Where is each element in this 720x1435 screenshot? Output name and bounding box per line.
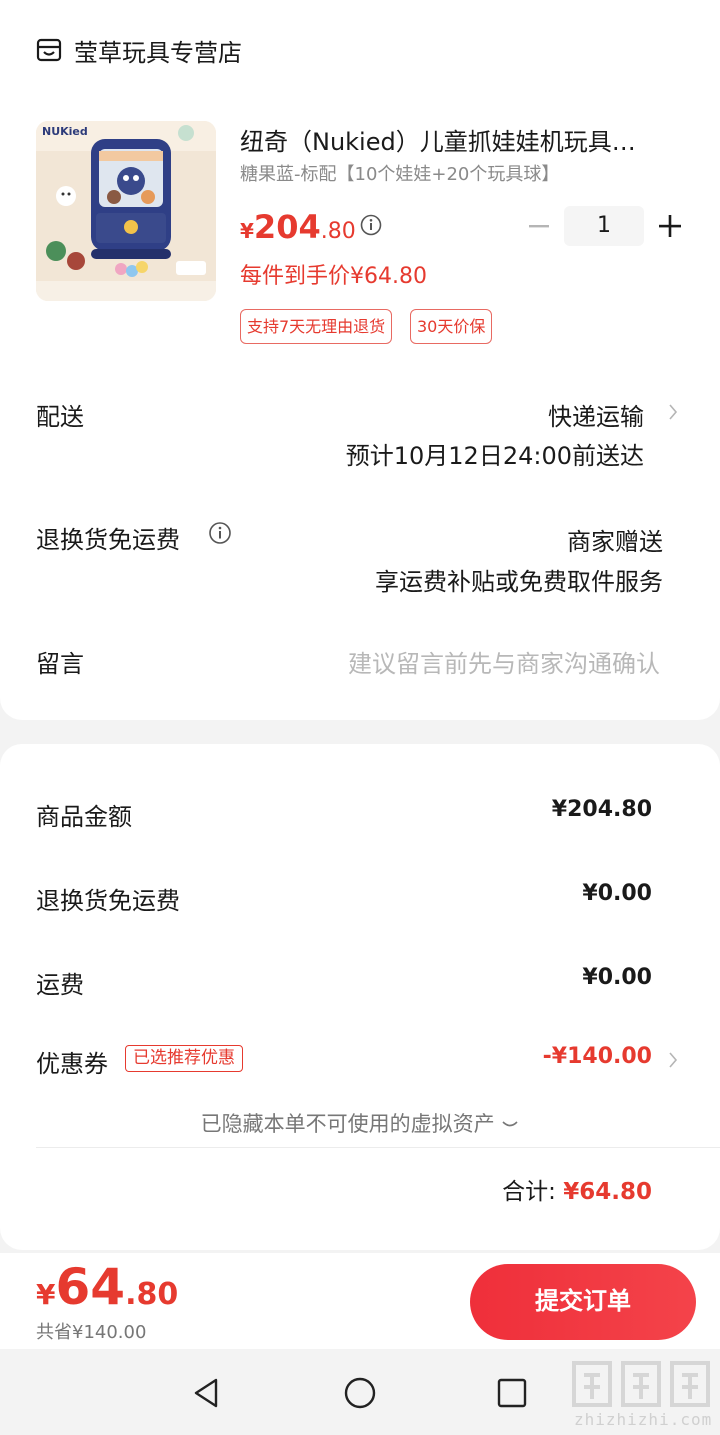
return-shipping-info-icon[interactable] xyxy=(208,521,232,545)
final-price-integer: 64 xyxy=(55,1258,126,1316)
price-decimal: .80 xyxy=(320,219,356,244)
watermark-text: zhizhizhi.com xyxy=(574,1410,713,1429)
store-icon xyxy=(36,38,62,62)
product-title[interactable]: 纽奇（Nukied）儿童抓娃娃机玩具… xyxy=(240,122,670,157)
hidden-assets-toggle[interactable]: 已隐藏本单不可使用的虚拟资产 xyxy=(0,1108,720,1138)
home-icon[interactable] xyxy=(342,1375,378,1411)
return-fee-label: 退换货免运费 xyxy=(36,887,180,915)
recents-icon[interactable] xyxy=(494,1375,530,1411)
store-name: 莹草玩具专营店 xyxy=(74,38,242,67)
total-label: 合计: xyxy=(502,1179,564,1205)
quantity-input[interactable]: 1 xyxy=(564,206,644,246)
quantity-decrease-button[interactable] xyxy=(524,208,554,244)
price-currency: ¥ xyxy=(240,219,254,243)
price-info-icon[interactable] xyxy=(360,214,382,236)
shipping-fee-value: ¥0.00 xyxy=(582,965,652,990)
product-spec[interactable]: 糖果蓝-标配【10个娃娃+20个玩具球】 xyxy=(240,160,559,186)
product-image[interactable]: NUKied xyxy=(36,121,216,301)
return-shipping-detail: 享运费补贴或免费取件服务 xyxy=(375,568,663,596)
product-price: ¥ 204 .80 xyxy=(240,208,356,246)
delivery-chevron-icon[interactable] xyxy=(666,400,680,424)
message-input[interactable]: 建议留言前先与商家沟通确认 xyxy=(348,644,660,679)
price-integer: 204 xyxy=(253,208,321,246)
store-header[interactable]: 莹草玩具专营店 xyxy=(36,30,242,70)
delivery-eta: 预计10月12日24:00前送达 xyxy=(345,442,644,470)
price-protection-tag: 30天价保 xyxy=(410,309,493,344)
total-value: ¥64.80 xyxy=(563,1179,652,1205)
return-shipping-label: 退换货免运费 xyxy=(36,526,180,554)
return-fee-value: ¥0.00 xyxy=(582,881,652,906)
savings-text: 共省¥140.00 xyxy=(36,1322,147,1343)
unit-price: 每件到手价¥64.80 xyxy=(240,264,427,289)
chevron-down-icon xyxy=(502,1121,518,1127)
order-item-card xyxy=(0,0,720,720)
submit-order-button[interactable]: 提交订单 xyxy=(470,1264,696,1340)
coupon-chevron-icon[interactable] xyxy=(666,1048,680,1072)
goods-amount-label: 商品金额 xyxy=(36,803,132,831)
brand-logo-text: NUKied xyxy=(42,125,88,138)
back-icon[interactable] xyxy=(188,1375,224,1411)
summary-divider xyxy=(36,1147,720,1148)
coupon-label: 优惠券 xyxy=(36,1050,108,1078)
coupon-recommended-tag: 已选推荐优惠 xyxy=(125,1045,243,1072)
final-price-decimal: .80 xyxy=(125,1277,179,1312)
final-price-currency: ¥ xyxy=(36,1278,56,1311)
shipping-fee-label: 运费 xyxy=(36,971,84,999)
delivery-label: 配送 xyxy=(36,403,84,431)
message-label: 留言 xyxy=(36,650,84,678)
return-policy-tag: 支持7天无理由退货 xyxy=(240,309,393,344)
coupon-value[interactable]: -¥140.00 xyxy=(543,1044,652,1069)
hidden-assets-text: 已隐藏本单不可使用的虚拟资产 xyxy=(200,1112,495,1136)
goods-amount-value: ¥204.80 xyxy=(551,797,652,822)
delivery-method[interactable]: 快递运输 xyxy=(548,397,644,432)
quantity-increase-button[interactable] xyxy=(656,210,684,242)
return-shipping-value: 商家赠送 xyxy=(567,528,663,556)
total-line: 合计: ¥64.80 xyxy=(502,1172,652,1206)
final-price: ¥ 64 .80 xyxy=(36,1258,178,1316)
